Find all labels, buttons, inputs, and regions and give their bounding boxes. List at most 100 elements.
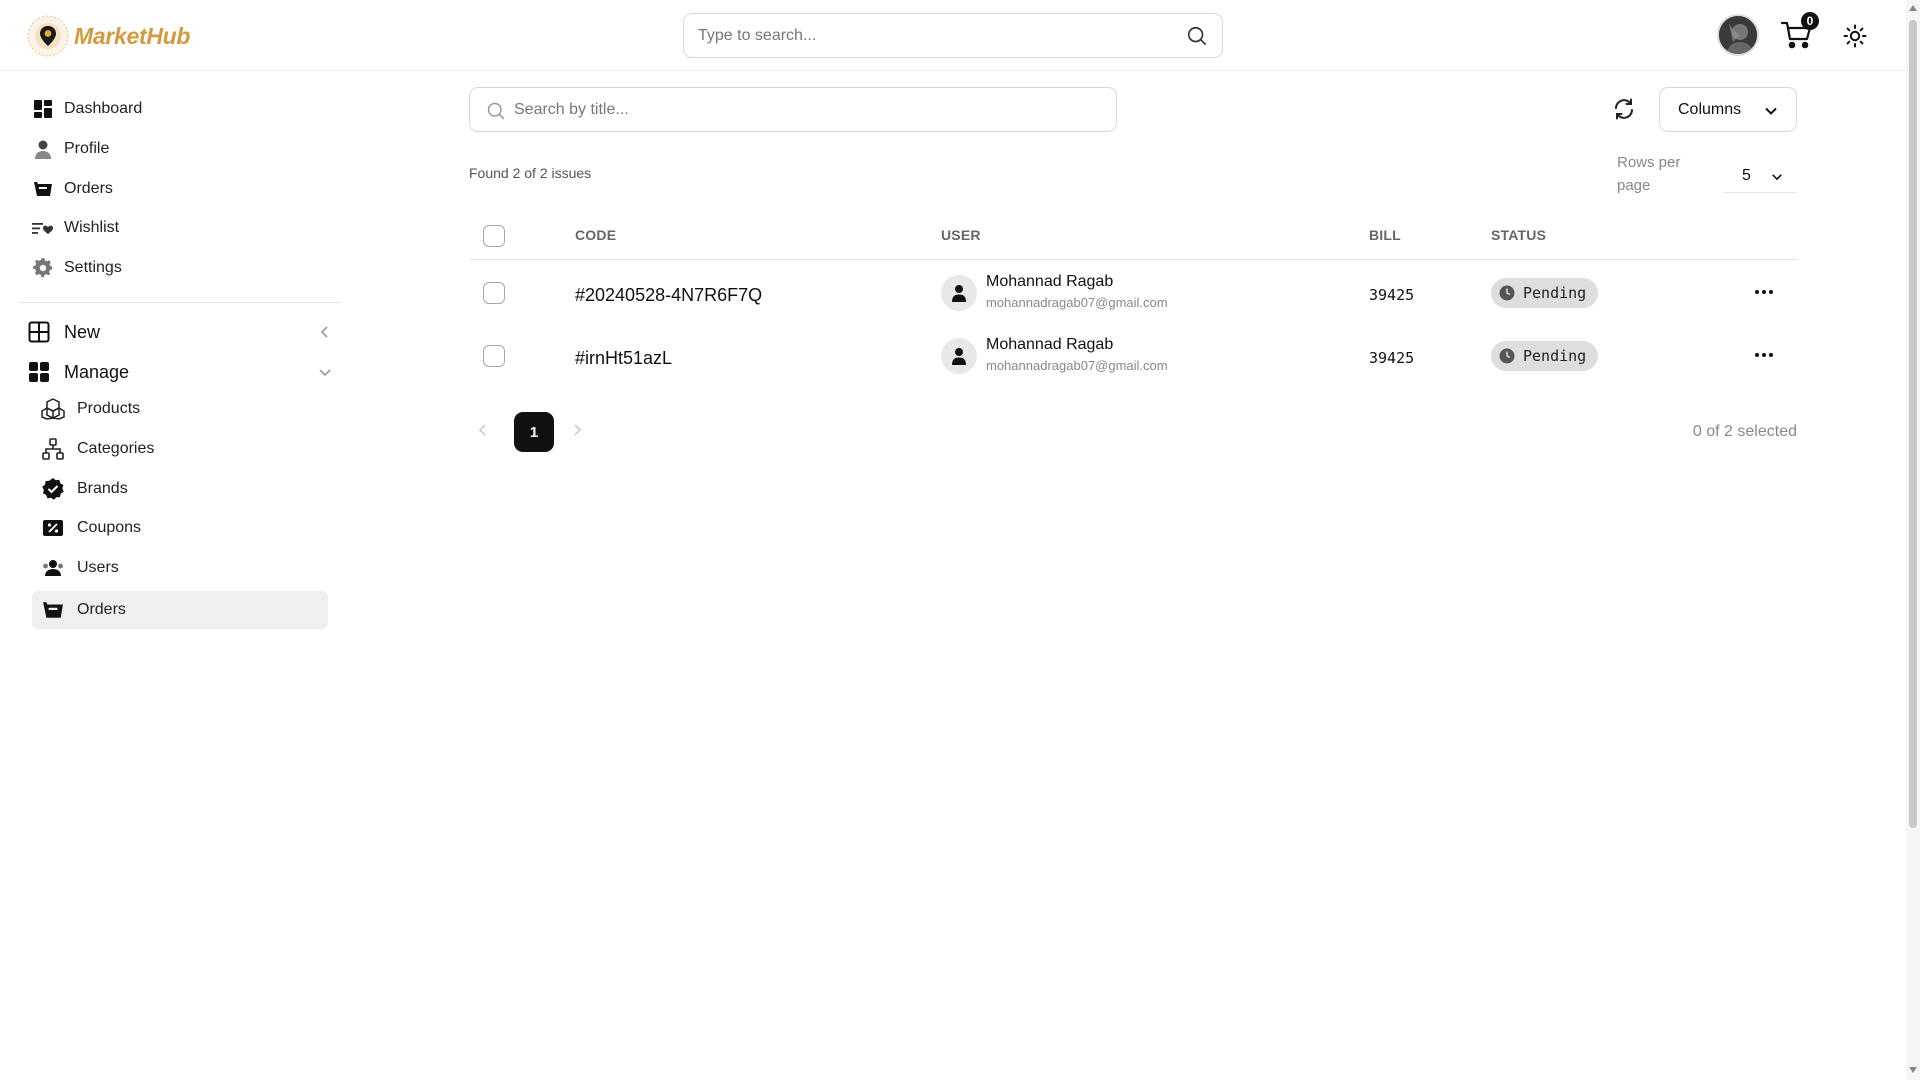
sidebar-divider (18, 302, 342, 303)
row-checkbox[interactable] (483, 282, 505, 304)
grid-plus-icon (28, 321, 50, 343)
global-search-input[interactable] (698, 14, 1168, 57)
chevron-left-icon (320, 326, 328, 338)
select-all-checkbox[interactable] (483, 225, 505, 247)
user-avatar (941, 275, 977, 311)
sun-icon[interactable] (1843, 24, 1867, 48)
global-search (683, 13, 1223, 58)
sidebar-item-label: Coupons (77, 519, 142, 536)
gear-icon (33, 258, 53, 278)
basket-icon (34, 182, 52, 196)
sidebar-item-label: Wishlist (64, 219, 120, 236)
selected-count: 0 of 2 selected (1692, 423, 1797, 440)
title-search (469, 87, 1117, 132)
sidebar-item-coupons[interactable]: Coupons (32, 509, 328, 547)
results-count: Found 2 of 2 issues (469, 165, 592, 181)
main-content: Columns Found 2 of 2 issues Rows per pag… (360, 71, 1906, 1080)
title-search-input[interactable] (514, 88, 1104, 131)
status-label: Pending (1523, 284, 1587, 302)
sidebar: Dashboard Profile Orders Wishlist Settin… (0, 71, 360, 1080)
sidebar-item-brands[interactable]: Brands (32, 470, 328, 508)
dashboard-icon (34, 100, 52, 118)
sidebar-item-dashboard[interactable]: Dashboard (32, 91, 142, 127)
order-code: #irnHt51azL (575, 348, 673, 368)
user-email: mohannadragab07@gmail.com (986, 295, 1168, 310)
rows-per-page-value: 5 (1742, 166, 1751, 184)
sidebar-item-label: Orders (64, 180, 113, 197)
order-bill: 39425 (1369, 349, 1415, 367)
status-badge: Pending (1491, 341, 1599, 371)
avatar-image (1719, 16, 1757, 54)
column-header-bill[interactable]: BILL (1369, 227, 1401, 243)
sidebar-group-new[interactable]: New (28, 313, 332, 351)
badge-check-icon (42, 478, 64, 500)
scrollbar-thumb[interactable] (1909, 20, 1917, 828)
sidebar-group-label: New (64, 321, 101, 342)
previous-page-icon[interactable] (476, 423, 490, 437)
chevron-down-icon (319, 369, 331, 377)
search-icon (487, 102, 505, 120)
rows-per-page-label: Rows per page (1617, 154, 1681, 194)
next-page-icon[interactable] (570, 423, 584, 437)
status-label: Pending (1523, 347, 1587, 365)
user-name: Mohannad Ragab (986, 336, 1114, 353)
user-icon (952, 348, 966, 365)
user-name: Mohannad Ragab (986, 273, 1114, 290)
more-actions-icon[interactable] (1752, 282, 1776, 302)
sidebar-item-label: Brands (77, 480, 128, 497)
chevron-down-icon (1765, 107, 1777, 115)
refresh-icon[interactable] (1612, 97, 1636, 121)
grid-icon (29, 362, 49, 382)
table-row[interactable]: #irnHt51azL Mohannad Ragab mohannadragab… (469, 323, 1797, 386)
user-icon (35, 140, 51, 159)
table-row[interactable]: #20240528-4N7R6F7Q Mohannad Ragab mohann… (469, 260, 1797, 323)
user-icon (952, 285, 966, 302)
sidebar-item-products[interactable]: Products (32, 390, 328, 428)
row-checkbox[interactable] (483, 345, 505, 367)
more-actions-icon[interactable] (1752, 345, 1776, 365)
top-header: MarketHub 0 (0, 0, 1906, 71)
sidebar-item-orders-active[interactable]: Orders (32, 591, 328, 629)
scroll-up-icon[interactable] (1909, 4, 1917, 12)
wishlist-icon (32, 223, 53, 234)
profile-avatar[interactable] (1717, 14, 1759, 56)
basket-icon (43, 602, 63, 618)
columns-button[interactable]: Columns (1659, 87, 1797, 132)
order-bill: 39425 (1369, 286, 1415, 304)
page-scrollbar[interactable] (1906, 0, 1920, 1080)
sidebar-item-users[interactable]: Users (32, 549, 328, 587)
order-code: #20240528-4N7R6F7Q (575, 285, 763, 305)
user-email: mohannadragab07@gmail.com (986, 358, 1168, 373)
hierarchy-icon (42, 438, 64, 460)
clock-icon (1499, 285, 1515, 301)
sidebar-item-label: Dashboard (64, 100, 143, 117)
cart-count-badge: 0 (1801, 12, 1819, 30)
search-icon[interactable] (1186, 25, 1208, 47)
sidebar-group-manage[interactable]: Manage (28, 353, 332, 391)
table-header: CODE USER BILL STATUS (469, 211, 1797, 260)
columns-button-label: Columns (1678, 100, 1742, 118)
app-root: MarketHub 0 (0, 0, 1920, 1080)
sidebar-item-orders[interactable]: Orders (32, 171, 113, 207)
rows-per-page-select[interactable]: 5 (1724, 159, 1797, 193)
column-header-status[interactable]: STATUS (1491, 227, 1546, 243)
sidebar-item-categories[interactable]: Categories (32, 430, 328, 468)
sidebar-item-label: Settings (64, 259, 122, 276)
status-badge: Pending (1491, 278, 1599, 308)
brand-name: MarketHub (74, 22, 191, 49)
sidebar-item-profile[interactable]: Profile (32, 131, 109, 167)
sidebar-item-label: Products (77, 400, 141, 417)
sidebar-item-settings[interactable]: Settings (32, 250, 122, 286)
orders-table: CODE USER BILL STATUS #20240528-4N7R6F7Q… (469, 211, 1797, 386)
brand-logo[interactable]: MarketHub (26, 14, 190, 58)
page-button-1[interactable]: 1 (514, 412, 554, 452)
coupon-icon (43, 520, 63, 536)
sidebar-item-label: Categories (77, 440, 155, 457)
sidebar-item-wishlist[interactable]: Wishlist (32, 210, 119, 246)
column-header-user[interactable]: USER (941, 227, 981, 243)
users-icon (43, 560, 63, 576)
scroll-down-icon[interactable] (1909, 1066, 1917, 1074)
logo-mark-icon (27, 15, 69, 57)
column-header-code[interactable]: CODE (575, 227, 616, 243)
chevron-down-icon (1772, 174, 1782, 181)
